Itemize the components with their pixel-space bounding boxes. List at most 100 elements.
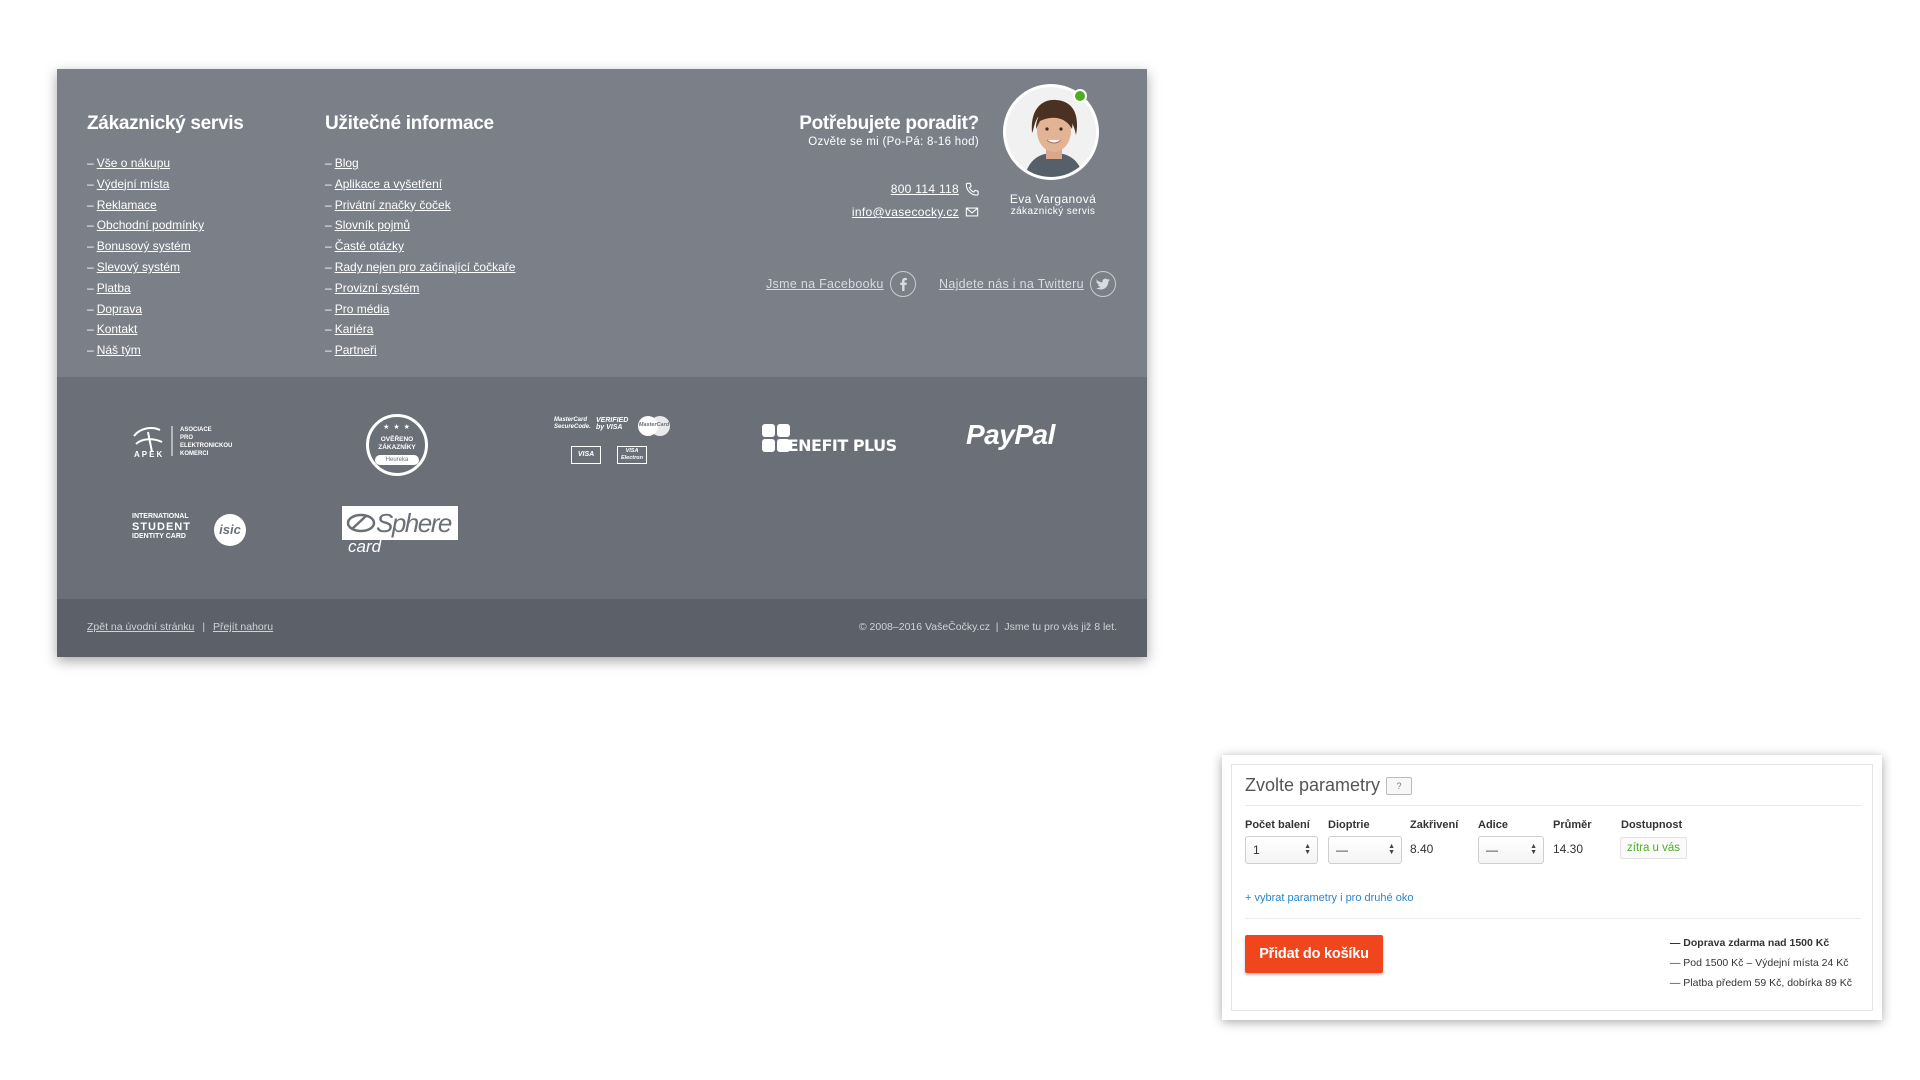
sphere-card-logo: Sphere card xyxy=(342,506,458,556)
availability-badge: zítra u vás xyxy=(1620,837,1688,859)
footer-link-item: – Vše o nákupu xyxy=(87,156,171,170)
apek-line: ELEKTRONICKOU xyxy=(180,443,233,449)
heureka-stars: ★ ★ ★ xyxy=(383,424,411,431)
apek-line: PRO xyxy=(180,435,194,441)
footer-link-item: – Blog xyxy=(325,156,359,170)
link-kariera[interactable]: Kariéra xyxy=(335,322,374,336)
benefit-text: BENEFIT PLUS xyxy=(776,436,897,455)
shipping-line: — Pod 1500 Kč – Výdejní místa 24 Kč xyxy=(1669,957,1849,969)
footer-bottom-bar: Zpět na úvodní stránku | Přejít nahoru ©… xyxy=(57,599,1147,657)
link-doprava[interactable]: Doprava xyxy=(97,302,142,316)
footer-link-item: – Časté otázky xyxy=(325,239,405,254)
help-button[interactable]: ? xyxy=(1386,776,1413,795)
agent-role: zákaznický servis xyxy=(1010,206,1096,217)
link-platba[interactable]: Platba xyxy=(97,281,131,295)
email-link[interactable]: info@vasecocky.cz xyxy=(852,205,959,219)
apek-line: KOMERCI xyxy=(180,451,209,457)
footer-link-item: – Rady nejen pro začínající čočkaře xyxy=(325,259,516,274)
twitter-link-block: Najdete nás i na Twitteru xyxy=(939,271,1116,297)
heureka-badge: ★ ★ ★ OVĚŘENO ZÁKAZNÍKY Heureka xyxy=(366,414,428,476)
addition-select[interactable]: — ▲ ▼ xyxy=(1478,836,1544,864)
header-diameter: Průměr xyxy=(1553,819,1592,831)
divider xyxy=(1245,918,1861,919)
link-provizni-system[interactable]: Provizní systém xyxy=(335,281,420,295)
mc-securecode: MasterCard SecureCode. xyxy=(554,417,591,430)
footer-link-item: – Platba xyxy=(87,280,131,295)
link-caste-otazky[interactable]: Časté otázky xyxy=(335,239,404,253)
parameters-title: Zvolte parametry xyxy=(1245,775,1381,795)
envelope-icon xyxy=(965,207,979,217)
facebook-link-block: Jsme na Facebooku xyxy=(766,271,916,297)
help-hours: Ozvěte se mi (Po-Pá: 8-16 hod) xyxy=(808,136,979,148)
phone-icon xyxy=(965,182,979,196)
header-diopters: Dioptrie xyxy=(1328,819,1370,831)
useful-info-column: Užitečné informace – Blog – Aplikace a vyš… xyxy=(325,113,515,361)
link-vydejni-mista[interactable]: Výdejní místa xyxy=(97,177,170,191)
link-privatni-znacky[interactable]: Privátní značky čoček xyxy=(335,198,451,212)
contact-phone: 800 114 118 xyxy=(891,182,979,196)
footer-link-item: – Doprava xyxy=(87,301,143,316)
to-top-link[interactable]: Přejít nahoru xyxy=(213,621,273,633)
link-kontakt[interactable]: Kontakt xyxy=(97,322,138,336)
visa-card: VISA xyxy=(571,446,601,464)
apek-line: ASOCIACE xyxy=(180,427,212,433)
select-arrows-icon: ▲ ▼ xyxy=(1530,843,1537,856)
link-aplikace[interactable]: Aplikace a vyšetření xyxy=(335,177,442,191)
sphere-emblem-icon xyxy=(346,513,376,533)
footer-link-item: – Privátní značky čoček xyxy=(325,197,451,212)
second-eye-link[interactable]: + vybrat parametry i pro druhé oko xyxy=(1245,892,1413,904)
diopters-select[interactable]: — ▲ ▼ xyxy=(1328,836,1402,864)
link-vse-o-nakupu[interactable]: Vše o nákupu xyxy=(97,156,170,170)
facebook-link[interactable]: Jsme na Facebooku xyxy=(766,277,884,291)
customer-service-column: Zákaznický servis – Vše o nákupu – Výdejní… xyxy=(87,113,244,361)
footer-link-item: – Obchodní podmínky xyxy=(87,218,205,233)
apek-logo: APEK ASOCIACE PRO ELEKTRONICKOU KOMERCI xyxy=(132,422,252,462)
heureka-brand: Heureka xyxy=(375,455,419,465)
link-pro-media[interactable]: Pro média xyxy=(335,302,390,316)
footer-link-item: – Kontakt xyxy=(87,322,138,337)
link-slevovy-system[interactable]: Slevový systém xyxy=(97,260,180,274)
heureka-text: OVĚŘENO ZÁKAZNÍKY xyxy=(369,436,425,452)
packages-select[interactable]: 1 ▲ ▼ xyxy=(1245,836,1318,864)
divider xyxy=(1245,805,1861,806)
parameters-heading: Zvolte parametry ? xyxy=(1245,775,1413,796)
benefit-plus-logo: BENEFIT PLUS xyxy=(762,424,897,458)
add-to-cart-button[interactable]: Přidat do košíku xyxy=(1245,935,1383,973)
twitter-icon[interactable] xyxy=(1089,271,1116,297)
twitter-link[interactable]: Najdete nás i na Twitteru xyxy=(939,277,1084,291)
link-partneri[interactable]: Partneři xyxy=(335,343,377,357)
apek-text: ASOCIACE PRO ELEKTRONICKOU KOMERCI xyxy=(180,426,232,458)
isic-text: INTERNATIONAL STUDENT IDENTITY CARD xyxy=(132,512,191,542)
addition-value: — xyxy=(1486,843,1498,857)
mastercard-text: MasterCard xyxy=(638,422,670,428)
link-obchodni-podminky[interactable]: Obchodní podmínky xyxy=(97,218,204,232)
header-curvature: Zakřivení xyxy=(1410,819,1459,831)
link-nas-tym[interactable]: Náš tým xyxy=(97,343,141,357)
help-title: Potřebujete poradit? xyxy=(799,113,979,134)
phone-link[interactable]: 800 114 118 xyxy=(891,182,959,196)
back-home-link[interactable]: Zpět na úvodní stránku xyxy=(87,621,194,633)
link-blog[interactable]: Blog xyxy=(335,156,359,170)
footer-nav: Zpět na úvodní stránku | Přejít nahoru xyxy=(87,621,273,633)
link-rady[interactable]: Rady nejen pro začínající čočkaře xyxy=(335,260,516,274)
mastercard-icon: MasterCard xyxy=(636,415,672,437)
footer-link-item: – Kariéra xyxy=(325,322,374,337)
isic-logo: INTERNATIONAL STUDENT IDENTITY CARD isic xyxy=(132,510,257,550)
header-packages: Počet balení xyxy=(1245,819,1310,831)
heureka-line: ZÁKAZNÍKY xyxy=(378,444,416,451)
site-footer: Zákaznický servis – Vše o nákupu – Výdejní… xyxy=(57,69,1147,657)
link-slovnik[interactable]: Slovník pojmů xyxy=(335,218,410,232)
contact-email: info@vasecocky.cz xyxy=(852,205,979,219)
sphere-sub: card xyxy=(348,537,382,556)
customer-service-title: Zákaznický servis xyxy=(87,113,244,134)
shipping-info: — Doprava zdarma nad 1500 Kč — Pod 1500 … xyxy=(1670,933,1852,993)
link-bonusovy-system[interactable]: Bonusový systém xyxy=(97,239,191,253)
footer-link-item: – Slevový systém xyxy=(87,259,181,274)
link-reklamace[interactable]: Reklamace xyxy=(97,198,157,212)
facebook-icon[interactable] xyxy=(889,271,916,297)
footer-link-item: – Partneři xyxy=(325,343,377,358)
parameters-box: Zvolte parametry ? Počet balení Dioptrie… xyxy=(1231,764,1873,1011)
footer-link-item: – Náš tým xyxy=(87,343,141,358)
useful-info-title: Užitečné informace xyxy=(325,113,494,134)
header-addition: Adice xyxy=(1478,819,1508,831)
